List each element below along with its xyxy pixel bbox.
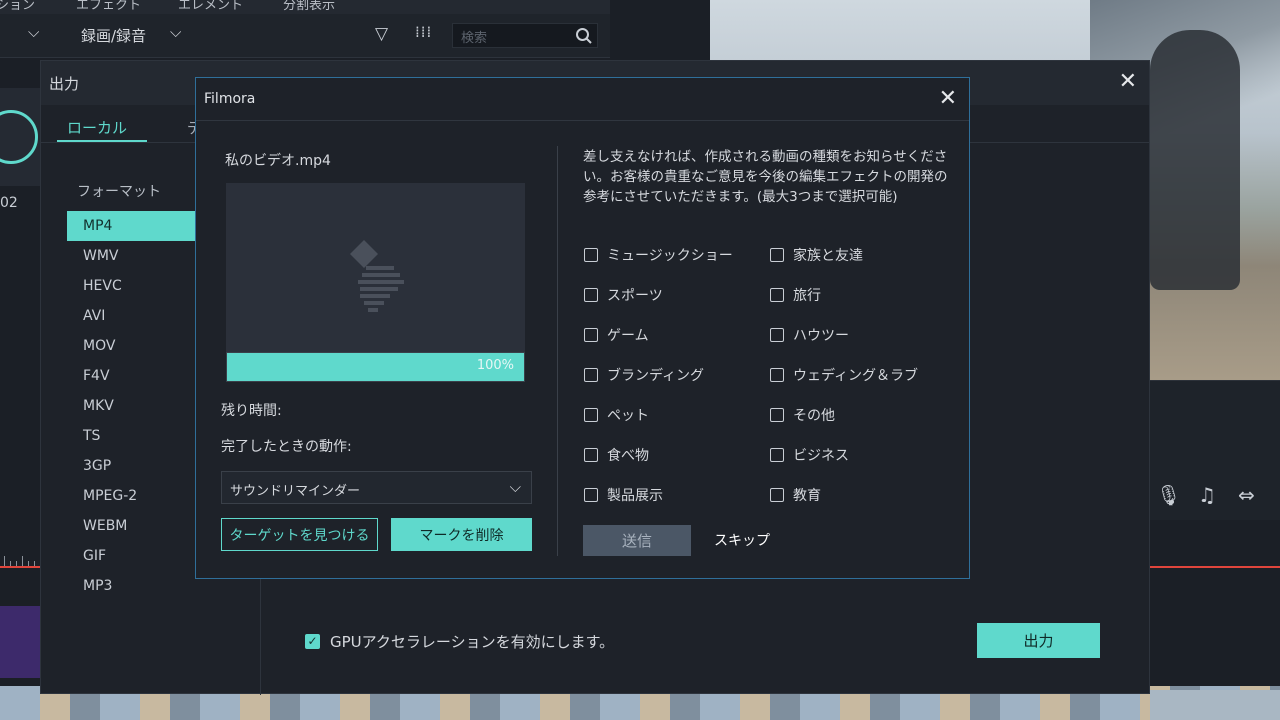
menu-item[interactable]: ション <box>0 0 35 13</box>
music-note-icon <box>0 110 38 164</box>
option-travel[interactable]: 旅行 <box>770 285 821 305</box>
checkbox[interactable] <box>584 408 598 422</box>
option-label: 製品展示 <box>607 488 663 504</box>
music-list-icon[interactable]: ♫ <box>1198 483 1216 507</box>
timeline-clip[interactable] <box>0 606 40 678</box>
chevron-down-icon: ⌵ <box>509 478 521 496</box>
menu-item-split[interactable]: 分割表示 <box>283 0 335 13</box>
checkbox[interactable] <box>584 328 598 342</box>
option-howto[interactable]: ハウツー <box>770 325 849 345</box>
checkbox[interactable] <box>770 248 784 262</box>
option-business[interactable]: ビジネス <box>770 445 849 465</box>
close-icon[interactable]: ✕ <box>1119 69 1137 94</box>
progress-percent: 100% <box>476 358 514 373</box>
complete-action-label: 完了したときの動作: <box>221 439 352 455</box>
checkbox[interactable] <box>770 448 784 462</box>
clip-number: 02 <box>0 195 18 211</box>
music-thumbnail <box>0 88 40 186</box>
option-product-demo[interactable]: 製品展示 <box>584 485 663 505</box>
export-progress-bar: 100% <box>226 352 525 382</box>
option-label: 家族と友達 <box>793 248 863 264</box>
option-branding[interactable]: ブランディング <box>584 365 704 385</box>
skip-link[interactable]: スキップ <box>714 530 770 550</box>
send-button[interactable]: 送信 <box>583 525 691 556</box>
option-label: ペット <box>607 408 649 424</box>
find-target-button[interactable]: ターゲットを見つける <box>221 518 378 551</box>
gpu-checkbox[interactable]: ✓ <box>305 633 320 649</box>
checkbox[interactable] <box>584 288 598 302</box>
chevron-down-icon[interactable]: ⌵ <box>170 23 181 41</box>
grid-icon[interactable]: ⁞⁞⁞ <box>415 23 432 41</box>
option-wedding-love[interactable]: ウェディング＆ラブ <box>770 365 918 385</box>
survey-description: 差し支えなければ、作成される動画の種類をお知らせください。お客様の貴重なご意見を… <box>583 149 948 205</box>
editor-menubar: ション エフェクト エレメント 分割表示 <box>0 0 610 14</box>
checkbox[interactable] <box>584 368 598 382</box>
checkbox[interactable] <box>770 288 784 302</box>
option-label: ビジネス <box>793 448 849 464</box>
option-label: ウェディング＆ラブ <box>793 368 919 384</box>
checkbox[interactable] <box>584 448 598 462</box>
filter-icon[interactable]: ▽ <box>375 24 388 44</box>
filmora-header: Filmora ✕ <box>196 78 969 121</box>
search-input[interactable]: 検索 <box>452 23 598 48</box>
file-name: 私のビデオ.mp4 <box>225 153 331 169</box>
preview-person <box>1150 30 1240 290</box>
option-game[interactable]: ゲーム <box>584 325 649 345</box>
option-music-show[interactable]: ミュージックショー <box>584 245 733 265</box>
tab-active-indicator <box>57 140 147 142</box>
option-label: 教育 <box>793 488 821 504</box>
checkbox[interactable] <box>770 328 784 342</box>
remove-mark-button[interactable]: マークを削除 <box>391 518 532 551</box>
timeline-ruler <box>0 548 40 568</box>
export-button[interactable]: 出力 <box>977 623 1100 658</box>
checkbox[interactable] <box>770 408 784 422</box>
option-label: ゲーム <box>607 328 649 344</box>
option-sports[interactable]: スポーツ <box>584 285 663 305</box>
checkbox[interactable] <box>584 488 598 502</box>
checkbox[interactable] <box>584 248 598 262</box>
option-label: 旅行 <box>793 288 821 304</box>
menu-item-elements[interactable]: エレメント <box>178 0 243 13</box>
option-label: スポーツ <box>607 288 663 304</box>
option-label: 食べ物 <box>607 448 649 464</box>
complete-action-select[interactable]: サウンドリマインダー ⌵ <box>221 471 532 504</box>
search-placeholder: 検索 <box>461 31 488 46</box>
remaining-time-label: 残り時間: <box>221 403 282 419</box>
gpu-acceleration-row[interactable]: ✓ GPUアクセラレーションを有効にします。 <box>305 629 614 653</box>
fit-width-icon[interactable]: ⇔ <box>1238 483 1255 507</box>
checkbox[interactable] <box>770 368 784 382</box>
dialog-title: Filmora <box>204 91 256 107</box>
option-label: ハウツー <box>793 328 849 344</box>
option-family-friends[interactable]: 家族と友達 <box>770 245 863 265</box>
dialog-title: 出力 <box>49 75 80 93</box>
format-heading: フォーマット <box>77 184 161 200</box>
select-value: サウンドリマインダー <box>230 484 361 499</box>
option-label: その他 <box>793 408 835 424</box>
timeline-toolbar-right: 🎙 ♫ ⇔ <box>1150 380 1280 520</box>
divider <box>557 146 558 556</box>
gpu-label: GPUアクセラレーションを有効にします。 <box>330 632 615 651</box>
chevron-down-icon[interactable]: ⌵ <box>28 23 39 41</box>
record-dropdown[interactable]: 録画/録音 <box>81 25 146 46</box>
option-label: ミュージックショー <box>607 248 733 264</box>
option-other[interactable]: その他 <box>770 405 835 425</box>
playhead-line <box>1150 566 1280 568</box>
menu-item-effects[interactable]: エフェクト <box>76 0 141 13</box>
filmora-logo-icon <box>350 240 404 312</box>
tab-local[interactable]: ローカル <box>67 117 127 138</box>
option-food[interactable]: 食べ物 <box>584 445 649 465</box>
video-thumbnail <box>226 183 525 352</box>
search-icon[interactable] <box>575 27 593 45</box>
timeline-filmstrip <box>1150 690 1280 720</box>
microphone-icon[interactable]: 🎙 <box>1156 483 1181 507</box>
option-label: ブランディング <box>607 368 705 384</box>
checkbox[interactable] <box>770 488 784 502</box>
option-education[interactable]: 教育 <box>770 485 821 505</box>
close-icon[interactable]: ✕ <box>939 86 957 111</box>
option-pet[interactable]: ペット <box>584 405 649 425</box>
filmora-dialog: Filmora ✕ 私のビデオ.mp4 100% 残り時間: 完了したときの動作… <box>195 77 970 579</box>
playhead-line <box>0 566 40 568</box>
